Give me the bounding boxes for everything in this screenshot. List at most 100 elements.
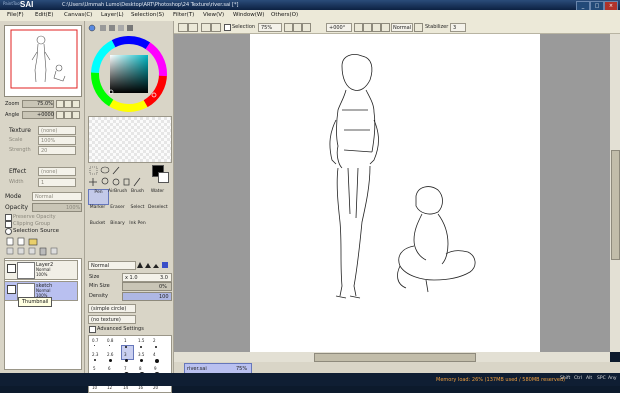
- menu-file[interactable]: File(F): [7, 12, 24, 18]
- bucket-tool[interactable]: Bucket: [88, 221, 107, 235]
- selection-source-checkbox[interactable]: [5, 228, 12, 235]
- canvas-page[interactable]: [250, 34, 540, 352]
- preset-size[interactable]: 2: [153, 338, 156, 343]
- angle-slider[interactable]: +0000: [22, 111, 54, 119]
- vertical-scrollbar[interactable]: [610, 34, 620, 352]
- effect-select[interactable]: (none): [38, 167, 76, 176]
- vertical-scroll-thumb[interactable]: [611, 150, 620, 260]
- zoom-reset-button[interactable]: [72, 100, 80, 108]
- lasso-icon: [100, 166, 110, 174]
- zoom-in-button[interactable]: [56, 100, 64, 108]
- texture-select[interactable]: (none): [38, 126, 76, 135]
- preset-size[interactable]: 5: [93, 366, 96, 371]
- preset-size[interactable]: 1.5: [138, 338, 144, 343]
- flip-button[interactable]: [381, 23, 390, 32]
- advanced-settings-checkbox[interactable]: [89, 326, 96, 333]
- invert-selection-button[interactable]: [211, 23, 221, 32]
- preset-size[interactable]: 8: [139, 366, 142, 371]
- move-icon: [89, 178, 97, 186]
- water-tool[interactable]: Water: [148, 189, 167, 203]
- preserve-opacity-checkbox[interactable]: [5, 214, 12, 221]
- preset-size[interactable]: 4: [153, 352, 156, 357]
- preset-size[interactable]: 2.6: [107, 352, 113, 357]
- preset-selected[interactable]: [121, 345, 134, 360]
- scale-field[interactable]: 100%: [38, 136, 76, 145]
- brush-texture-select[interactable]: (no texture): [88, 315, 136, 324]
- menu-edit[interactable]: Edit(E): [35, 12, 53, 18]
- min-size-slider[interactable]: 0%: [122, 282, 172, 291]
- menu-window[interactable]: Window(W): [233, 12, 264, 18]
- secondary-color-swatch[interactable]: [158, 172, 169, 183]
- pen-pressure-button[interactable]: [414, 23, 423, 32]
- blend-mode-select[interactable]: Normal: [32, 192, 82, 201]
- zoom-select[interactable]: 75%: [258, 23, 282, 32]
- zoom-in-button-2[interactable]: [293, 23, 302, 32]
- airbrush-tool[interactable]: AirBrush: [108, 189, 127, 203]
- preset-size[interactable]: 7: [124, 366, 127, 371]
- rotate-reset-button-2[interactable]: [372, 23, 381, 32]
- brush-edge-options[interactable]: [136, 261, 170, 269]
- angle-select[interactable]: +000°: [326, 23, 352, 32]
- opacity-slider[interactable]: 100%: [32, 203, 82, 212]
- binary-tool[interactable]: Binary: [108, 221, 127, 235]
- menu-canvas[interactable]: Canvas(C): [64, 12, 92, 18]
- preset-size[interactable]: 9: [154, 366, 157, 371]
- marker-tool[interactable]: Marker: [88, 205, 107, 219]
- view-mode-select[interactable]: Normal: [391, 23, 413, 32]
- preset-size[interactable]: 0.8: [107, 338, 113, 343]
- menu-view[interactable]: View(V): [203, 12, 224, 18]
- deselect-tool[interactable]: Deselect: [148, 205, 168, 219]
- color-wheel[interactable]: [90, 35, 168, 113]
- preset-size[interactable]: 3.5: [138, 352, 144, 357]
- menu-selection[interactable]: Selection(S): [131, 12, 164, 18]
- zoom-out-button-2[interactable]: [284, 23, 293, 32]
- strength-field[interactable]: 20: [38, 146, 76, 155]
- density-slider[interactable]: 100: [122, 292, 172, 301]
- preset-dot: [155, 346, 157, 348]
- rotate-ccw-button[interactable]: [354, 23, 363, 32]
- horizontal-scrollbar[interactable]: [174, 352, 610, 362]
- brush-shape-select[interactable]: (simple circle): [88, 304, 136, 313]
- zoom-icon: [101, 177, 109, 185]
- preset-size[interactable]: 0.7: [92, 338, 98, 343]
- menu-filter[interactable]: Filter(T): [173, 12, 194, 18]
- preset-size[interactable]: 1: [124, 338, 127, 343]
- zoom-fit-button[interactable]: [302, 23, 311, 32]
- zoom-slider[interactable]: 75.0%: [22, 100, 54, 108]
- preset-size[interactable]: 2.3: [92, 352, 98, 357]
- redo-button[interactable]: [188, 23, 198, 32]
- eye-icon[interactable]: [7, 264, 16, 273]
- menu-layer[interactable]: Layer(L): [101, 12, 124, 18]
- swatches-tab-icon: [118, 25, 124, 31]
- rotate-left-button[interactable]: [56, 111, 64, 119]
- scratchpad[interactable]: [88, 116, 172, 163]
- rotate-right-button[interactable]: [64, 111, 72, 119]
- blend-mode-label: Mode: [5, 193, 22, 200]
- figure-sitting: [397, 186, 476, 293]
- select-tool[interactable]: Select: [128, 205, 147, 219]
- status-bar: Memory load: 26% (137MB used / 580MB res…: [0, 373, 620, 386]
- menu-others[interactable]: Others(O): [271, 12, 298, 18]
- selection-checkbox[interactable]: [224, 24, 231, 31]
- stabilizer-select[interactable]: 3: [450, 23, 466, 32]
- brush-size-field[interactable]: x 1.0 3.0: [122, 273, 172, 282]
- brush-mode-select[interactable]: Normal: [88, 261, 136, 270]
- rotate-reset-button[interactable]: [72, 111, 80, 119]
- undo-button[interactable]: [178, 23, 188, 32]
- rotate-cw-button[interactable]: [363, 23, 372, 32]
- eraser-tool[interactable]: Eraser: [108, 205, 127, 219]
- horizontal-scroll-thumb[interactable]: [314, 353, 476, 362]
- navigator-preview[interactable]: [4, 25, 82, 97]
- pen-tool[interactable]: Pen: [88, 189, 109, 205]
- deselect-button[interactable]: [201, 23, 211, 32]
- preset-size[interactable]: 6: [108, 366, 111, 371]
- zoom-out-button[interactable]: [64, 100, 72, 108]
- brush-tool[interactable]: Brush: [128, 189, 147, 203]
- width-field[interactable]: 1: [38, 178, 76, 187]
- preset-size[interactable]: 3: [124, 352, 127, 357]
- layer-item[interactable]: Layer2 Normal 100%: [4, 260, 78, 280]
- canvas-area[interactable]: [174, 34, 610, 352]
- clipping-group-checkbox[interactable]: [5, 221, 12, 228]
- eye-icon[interactable]: [7, 285, 16, 294]
- ink-pen-tool[interactable]: Ink Pen: [128, 221, 147, 235]
